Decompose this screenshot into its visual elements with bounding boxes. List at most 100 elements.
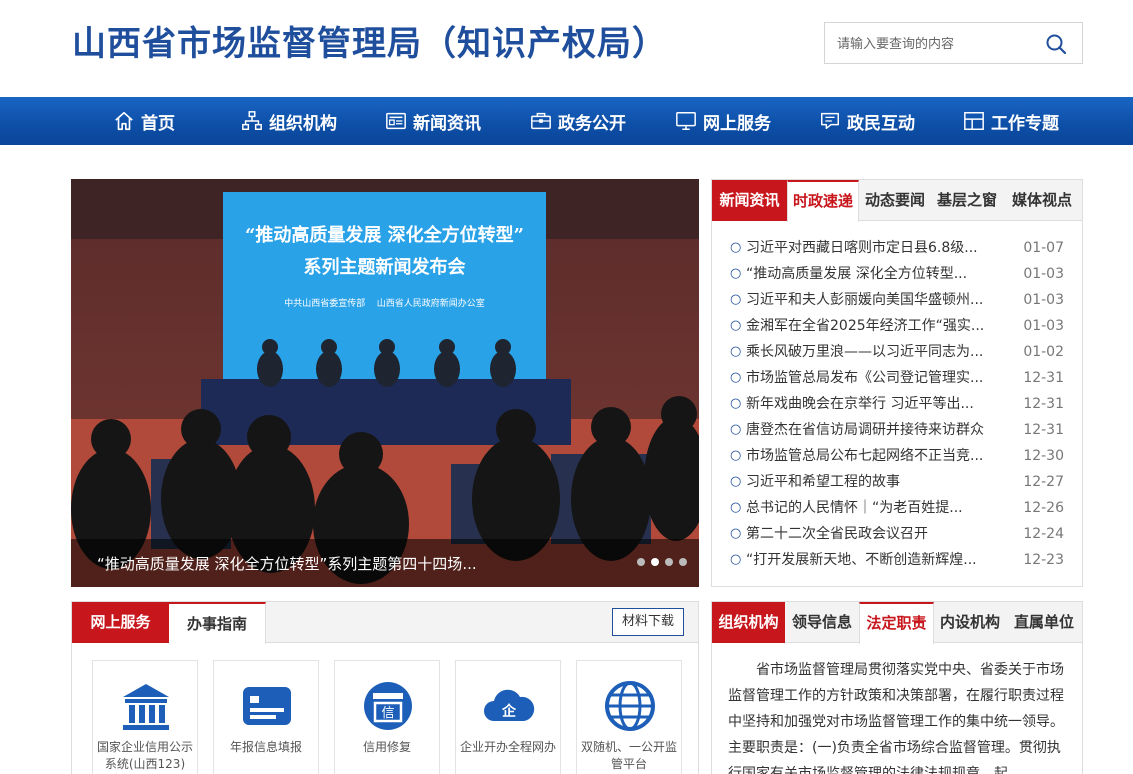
news-date: 01-03 <box>1023 266 1064 282</box>
tab-grassroots[interactable]: 基层之窗 <box>931 180 1003 221</box>
news-title[interactable]: 第二十二次全省民政会议召开 <box>746 521 996 547</box>
news-title[interactable]: 习近平对西藏日喀则市定日县6.8级... <box>746 235 996 261</box>
cloud-enterprise-icon: 企 <box>484 689 535 721</box>
news-list-item[interactable]: ○ “推动高质量发展 深化全方位转型... 01-03 <box>730 261 1070 287</box>
news-title[interactable]: “打开发展新天地、不断创造新辉煌... <box>746 547 996 573</box>
news-list-item[interactable]: ○ 第二十二次全省民政会议召开 12-24 <box>730 521 1070 547</box>
service-card-label: 双随机、一公开监管平台 <box>580 740 677 771</box>
nav-item-public-affairs[interactable]: 政务公开 <box>530 97 626 145</box>
service-card-annual-report[interactable]: 年报信息填报 <box>213 660 319 774</box>
service-card-credit-repair[interactable]: 信 信用修复 <box>334 660 440 774</box>
service-card-credit-publicity[interactable]: 国家企业信用公示系统(山西123) <box>92 660 198 774</box>
bullet-icon: ○ <box>730 396 742 411</box>
search-icon[interactable] <box>1044 32 1068 56</box>
nav-item-organization[interactable]: 组织机构 <box>241 97 337 145</box>
service-card-double-random[interactable]: 双随机、一公开监管平台 <box>576 660 682 774</box>
news-list-item[interactable]: ○ 市场监管总局发布《公司登记管理实... 12-31 <box>730 365 1070 391</box>
layout-icon <box>964 112 984 130</box>
news-list-item[interactable]: ○ 唐登杰在省信访局调研并接待来访群众 12-31 <box>730 417 1070 443</box>
carousel-dot-1[interactable] <box>637 558 645 566</box>
news-list-item[interactable]: ○ 习近平和夫人彭丽媛向美国华盛顿州... 01-03 <box>730 287 1070 313</box>
news-list-item[interactable]: ○ 金湘军在全省2025年经济工作“强实... 01-03 <box>730 313 1070 339</box>
materials-download-button[interactable]: 材料下载 <box>612 608 684 636</box>
news-title[interactable]: 习近平和希望工程的故事 <box>746 469 996 495</box>
tab-internal-departments[interactable]: 内设机构 <box>934 602 1006 643</box>
news-date: 12-31 <box>1023 422 1064 438</box>
monitor-icon <box>676 112 696 130</box>
service-card-label: 年报信息填报 <box>229 740 302 754</box>
news-title[interactable]: 总书记的人民情怀｜“为老百姓提... <box>746 495 996 521</box>
search-input[interactable] <box>837 33 1037 55</box>
bullet-icon: ○ <box>730 318 742 333</box>
nav-item-online-services[interactable]: 网上服务 <box>675 97 771 145</box>
service-card-label: 信用修复 <box>362 740 411 754</box>
news-title[interactable]: 市场监管总局发布《公司登记管理实... <box>746 365 996 391</box>
banner-title-line2: 系列主题新闻发布会 <box>303 257 466 278</box>
news-list-item[interactable]: ○ 市场监管总局公布七起网络不正当竞... 12-30 <box>730 443 1070 469</box>
nav-item-special-topics[interactable]: 工作专题 <box>963 97 1059 145</box>
news-list-item[interactable]: ○ 习近平对西藏日喀则市定日县6.8级... 01-07 <box>730 235 1070 261</box>
bullet-icon: ○ <box>730 500 742 515</box>
news-date: 01-07 <box>1023 240 1064 256</box>
news-list-item[interactable]: ○ 习近平和希望工程的故事 12-27 <box>730 469 1070 495</box>
banner-organizers: 中共山西省委宣传部 山西省人民政府新闻办公室 <box>284 299 485 309</box>
carousel-dot-3[interactable] <box>665 558 673 566</box>
org-chart-icon <box>242 111 262 130</box>
news-title[interactable]: “推动高质量发展 深化全方位转型... <box>746 261 996 287</box>
services-panel: 网上服务 办事指南 材料下载 国家企业信用公示系统(山西123) 年报信息填报 … <box>71 601 699 774</box>
carousel-dot-4[interactable] <box>679 558 687 566</box>
news-carousel[interactable]: “推动高质量发展 深化全方位转型” 系列主题新闻发布会 中共山西省委宣传部 山西… <box>71 179 699 587</box>
news-title[interactable]: 新年戏曲晚会在京举行 习近平等出... <box>746 391 996 417</box>
service-card-label: 企业开办全程网办 <box>459 740 556 754</box>
bullet-icon: ○ <box>730 240 742 255</box>
tab-online-services[interactable]: 网上服务 <box>72 602 169 643</box>
tab-dynamic-news[interactable]: 动态要闻 <box>859 180 931 221</box>
news-list-item[interactable]: ○ 乘长风破万里浪——以习近平同志为... 01-02 <box>730 339 1070 365</box>
tab-leadership[interactable]: 领导信息 <box>785 602 859 643</box>
bullet-icon: ○ <box>730 344 742 359</box>
svg-text:企: 企 <box>501 703 517 720</box>
news-title[interactable]: 市场监管总局公布七起网络不正当竞... <box>746 443 996 469</box>
nav-item-label: 网上服务 <box>703 113 771 134</box>
nav-item-news[interactable]: 新闻资讯 <box>385 97 481 145</box>
news-date: 12-26 <box>1023 500 1064 516</box>
tab-current-affairs[interactable]: 时政速递 <box>787 180 859 222</box>
news-date: 01-03 <box>1023 318 1064 334</box>
chat-icon <box>821 112 839 130</box>
organization-panel: 组织机构 领导信息 法定职责 内设机构 直属单位 省市场监督管理局贯彻落实党中央… <box>711 601 1083 774</box>
news-list: ○ 习近平对西藏日喀则市定日县6.8级... 01-07 ○ “推动高质量发展 深化全方… <box>730 235 1070 573</box>
tab-organization[interactable]: 组织机构 <box>712 602 785 643</box>
news-list-item[interactable]: ○ 新年戏曲晚会在京举行 习近平等出... 12-31 <box>730 391 1070 417</box>
nav-item-label: 工作专题 <box>991 113 1059 134</box>
news-title[interactable]: 乘长风破万里浪——以习近平同志为... <box>746 339 996 365</box>
tab-affiliated-units[interactable]: 直属单位 <box>1006 602 1082 643</box>
news-list-item[interactable]: ○ 总书记的人民情怀｜“为老百姓提... 12-26 <box>730 495 1070 521</box>
tab-statutory-duties[interactable]: 法定职责 <box>859 602 934 644</box>
nav-item-label: 首页 <box>141 113 175 134</box>
nav-item-home[interactable]: 首页 <box>113 97 175 145</box>
bullet-icon: ○ <box>730 370 742 385</box>
news-date: 12-31 <box>1023 370 1064 386</box>
news-title[interactable]: 唐登杰在省信访局调研并接待来访群众 <box>746 417 996 443</box>
carousel-dot-2[interactable] <box>651 558 659 566</box>
banner-title-line1: “推动高质量发展 深化全方位转型” <box>245 225 524 246</box>
tab-news[interactable]: 新闻资讯 <box>712 180 787 221</box>
service-card-label: 国家企业信用公示系统(山西123) <box>96 740 193 771</box>
bullet-icon: ○ <box>730 266 742 281</box>
nav-item-interaction[interactable]: 政民互动 <box>819 97 915 145</box>
news-title[interactable]: 习近平和夫人彭丽媛向美国华盛顿州... <box>746 287 996 313</box>
search-box <box>824 22 1083 64</box>
slide-caption[interactable]: “推动高质量发展 深化全方位转型”系列主题第四十四场... <box>97 553 477 574</box>
service-card-enterprise-startup[interactable]: 企 企业开办全程网办 <box>455 660 561 774</box>
news-date: 01-03 <box>1023 292 1064 308</box>
news-list-item[interactable]: ○ “打开发展新天地、不断创造新辉煌... 12-23 <box>730 547 1070 573</box>
news-date: 12-31 <box>1023 396 1064 412</box>
services-tabs: 网上服务 办事指南 材料下载 <box>72 602 698 644</box>
news-panel: 新闻资讯 时政速递 动态要闻 基层之窗 媒体视点 ○ 习近平对西藏日喀则市定日县6… <box>711 179 1083 587</box>
nav-item-label: 政务公开 <box>558 113 626 134</box>
news-date: 12-27 <box>1023 474 1064 490</box>
site-header: 山西省市场监督管理局（知识产权局） <box>0 0 1133 97</box>
tab-service-guide[interactable]: 办事指南 <box>169 602 266 644</box>
tab-media[interactable]: 媒体视点 <box>1003 180 1081 221</box>
news-title[interactable]: 金湘军在全省2025年经济工作“强实... <box>746 313 996 339</box>
